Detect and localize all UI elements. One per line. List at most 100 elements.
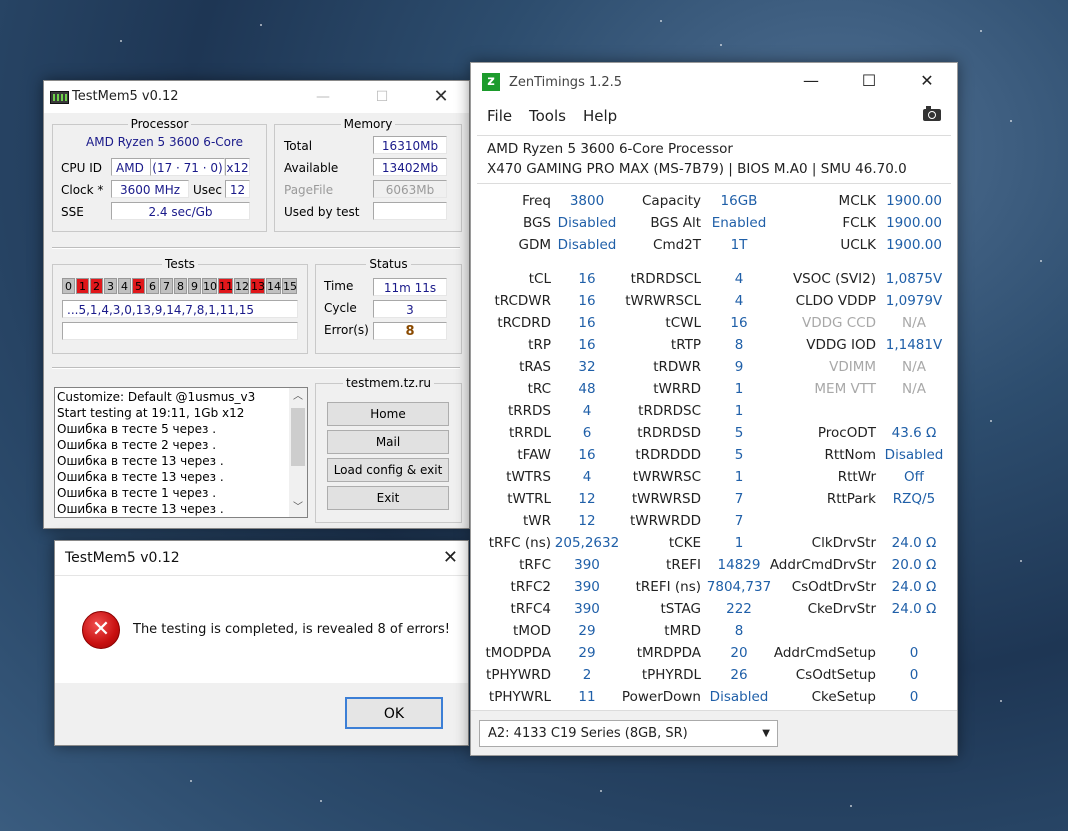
timing-label: PowerDown xyxy=(621,689,701,705)
timing-value: 1900.00 xyxy=(886,215,942,231)
timing-label: tRDRDSCL xyxy=(630,271,701,287)
cpu-info: AMD Ryzen 5 3600 6-Core Processor xyxy=(487,141,733,157)
timing-value: 5 xyxy=(734,447,744,463)
zt-close-button[interactable]: ✕ xyxy=(907,71,947,90)
log-textbox[interactable]: Customize: Default @1usmus_v3 Start testi… xyxy=(54,387,308,518)
sse-label: SSE xyxy=(61,205,84,219)
timing-value: 7804,737 xyxy=(706,579,772,595)
timing-value: Off xyxy=(904,469,924,485)
timing-value: 16 xyxy=(578,271,596,287)
chevron-down-icon: ▼ xyxy=(762,728,770,739)
zentimings-titlebar[interactable]: z ZenTimings 1.2.5 — ☐ ✕ xyxy=(471,63,957,101)
links-group-title: testmem.tz.ru xyxy=(343,376,434,390)
timing-label: CsOdtSetup xyxy=(795,667,876,683)
timing-value: 16 xyxy=(578,315,596,331)
menu-file[interactable]: File xyxy=(487,107,512,125)
timing-value: 205,2632 xyxy=(554,535,620,551)
timing-value: 7 xyxy=(734,513,744,529)
test-cell: 1 xyxy=(76,278,89,294)
available-value: 13402Mb xyxy=(373,158,447,176)
timing-value: 24.0 Ω xyxy=(891,579,937,595)
timing-value: 390 xyxy=(574,579,600,595)
usec-label: Usec xyxy=(193,183,223,197)
timing-value: 1 xyxy=(734,403,744,419)
timing-value: 3800 xyxy=(569,193,605,209)
zt-minimize-button[interactable]: — xyxy=(791,71,831,90)
dialog-titlebar[interactable]: TestMem5 v0.12 ✕ xyxy=(55,541,468,576)
test-cell: 14 xyxy=(266,278,281,294)
load-config-exit-button[interactable]: Load config & exit xyxy=(327,458,449,482)
menu-tools[interactable]: Tools xyxy=(529,107,566,125)
cpu-name: AMD Ryzen 5 3600 6-Core xyxy=(86,135,244,149)
dialog-footer: OK xyxy=(55,683,468,745)
timing-value: 16 xyxy=(578,447,596,463)
timing-value: 16 xyxy=(578,293,596,309)
timing-value: Disabled xyxy=(884,447,944,463)
testmem-titlebar[interactable]: TestMem5 v0.12 — ☐ ✕ xyxy=(44,81,469,113)
timing-value: 20 xyxy=(730,645,748,661)
pagefile-label: PageFile xyxy=(284,183,334,197)
cpuid-value: (17 · 71 · 0) xyxy=(150,158,225,176)
timing-value: 2 xyxy=(582,667,592,683)
test-cell: 13 xyxy=(250,278,265,294)
exit-button[interactable]: Exit xyxy=(327,486,449,510)
dialog-message: The testing is completed, is revealed 8 … xyxy=(133,622,451,637)
scroll-thumb[interactable] xyxy=(291,408,305,466)
error-icon: ✕ xyxy=(82,611,120,649)
scroll-up-icon[interactable]: ︿ xyxy=(289,388,307,406)
home-button[interactable]: Home xyxy=(327,402,449,426)
timing-value: 12 xyxy=(578,491,596,507)
timing-value: 43.6 Ω xyxy=(891,425,937,441)
timing-value: 0 xyxy=(909,689,919,705)
timing-label: tWRWRDD xyxy=(630,513,701,529)
timing-value: 390 xyxy=(574,557,600,573)
scroll-down-icon[interactable]: ﹀ xyxy=(289,499,307,517)
timing-value: Disabled xyxy=(557,215,617,231)
screenshot-camera-icon[interactable] xyxy=(923,106,941,121)
timing-value: 0 xyxy=(909,645,919,661)
errors-label: Error(s) xyxy=(324,323,369,337)
timing-label: AddrCmdSetup xyxy=(773,645,876,661)
timing-label: tMRDPDA xyxy=(636,645,701,661)
timing-value: 8 xyxy=(734,623,744,639)
timing-value: 1900.00 xyxy=(886,193,942,209)
ram-icon xyxy=(50,91,69,104)
timing-label: CLDO VDDP xyxy=(795,293,876,309)
timing-value: 1 xyxy=(734,535,744,551)
tests-indicators: 0 1 2 3 4 5 6 7 8 9 10 11 12 13 14 15 xyxy=(62,278,298,294)
minimize-button[interactable]: — xyxy=(308,86,338,108)
test-sequence: ...5,1,4,3,0,13,9,14,7,8,1,11,15 xyxy=(62,300,298,318)
timing-value: 12 xyxy=(578,513,596,529)
separator xyxy=(477,183,951,184)
dialog-close-icon[interactable]: ✕ xyxy=(443,547,458,568)
timing-label: CkeDrvStr xyxy=(807,601,876,617)
module-select[interactable]: A2: 4133 C19 Series (8GB, SR) ▼ xyxy=(479,720,778,747)
time-value: 11m 11s xyxy=(373,278,447,296)
close-button[interactable]: ✕ xyxy=(426,86,456,108)
timing-value: N/A xyxy=(902,315,926,331)
timing-label: CsOdtDrvStr xyxy=(791,579,876,595)
log-line: Ошибка в тесте 5 через . xyxy=(57,422,217,436)
timing-label: Capacity xyxy=(642,193,701,209)
timing-value: 24.0 Ω xyxy=(891,601,937,617)
zt-maximize-button[interactable]: ☐ xyxy=(849,71,889,90)
menu-help[interactable]: Help xyxy=(583,107,617,125)
available-label: Available xyxy=(284,161,339,175)
ok-button[interactable]: OK xyxy=(345,697,443,729)
total-label: Total xyxy=(284,139,313,153)
used-value xyxy=(373,202,447,220)
log-scrollbar[interactable]: ︿ ﹀ xyxy=(289,388,307,517)
separator xyxy=(477,135,951,136)
maximize-button[interactable]: ☐ xyxy=(367,86,397,108)
timing-value: 24.0 Ω xyxy=(891,535,937,551)
timing-label: ProcODT xyxy=(817,425,876,441)
test-cell: 5 xyxy=(132,278,145,294)
timing-label: tWRWRSD xyxy=(631,491,701,507)
timing-label: tRDRDDD xyxy=(635,447,701,463)
timing-value: Disabled xyxy=(557,237,617,253)
timing-value: 9 xyxy=(734,359,744,375)
tests-group-title: Tests xyxy=(162,257,198,271)
mail-button[interactable]: Mail xyxy=(327,430,449,454)
log-line: Ошибка в тесте 13 через . xyxy=(57,502,224,516)
timing-value: 1,1481V xyxy=(885,337,943,353)
